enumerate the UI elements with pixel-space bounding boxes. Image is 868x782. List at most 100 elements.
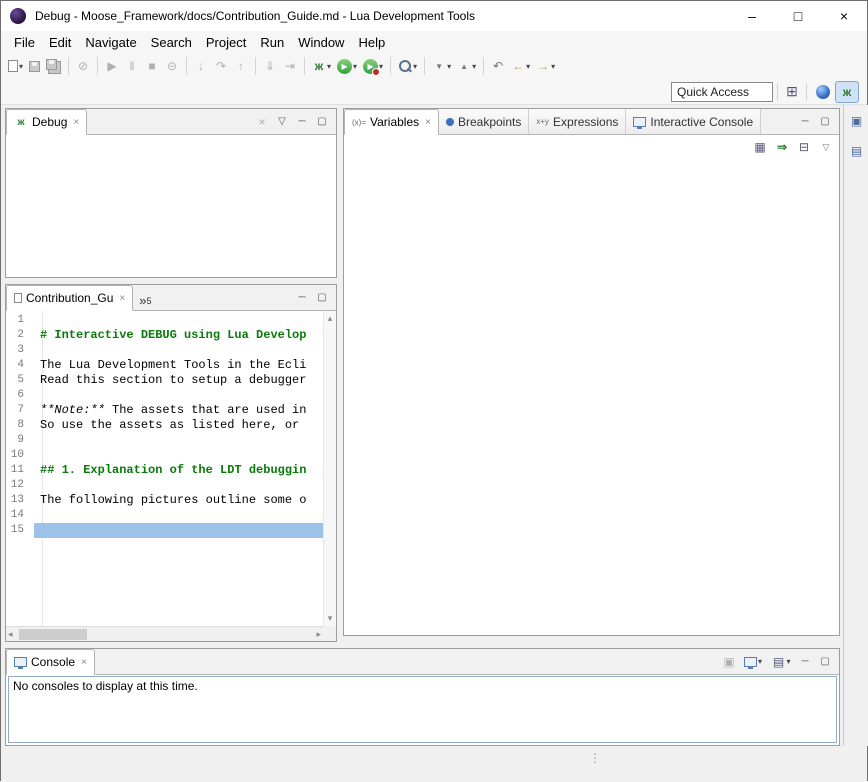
show-logical-structures-icon[interactable]: ⇒ [775,139,789,155]
new-wizard-button[interactable]: ▾ [5,55,26,77]
next-annotation-button[interactable]: ▼ ▾ [429,55,454,77]
scroll-down-icon[interactable]: ▾ [326,611,335,626]
forward-button[interactable]: → ▾ [533,55,558,77]
editor-line[interactable]: 4The Lua Development Tools in the Ecli [6,358,323,373]
step-filters-button[interactable]: ⇥ [280,55,300,77]
open-console-button[interactable]: ▤▾ [767,652,795,672]
scroll-left-icon[interactable]: ◂ [6,627,15,642]
scroll-up-icon[interactable]: ▴ [326,311,335,326]
debug-view-menu-button[interactable]: ▽ [272,112,292,132]
editor-line[interactable]: 3 [6,343,323,358]
step-return-button[interactable]: ↑ [231,55,251,77]
editor-line[interactable]: 8So use the assets as listed here, or [6,418,323,433]
editor-minimize-button[interactable]: ─ [292,288,312,308]
step-into-button[interactable]: ↓ [191,55,211,77]
tab-debug[interactable]: ж Debug × [6,109,87,135]
back-button[interactable]: ← ▾ [508,55,533,77]
close-icon[interactable]: × [425,117,431,128]
menu-navigate[interactable]: Navigate [78,33,143,52]
tab-interactive-console[interactable]: Interactive Console [626,109,761,134]
toolbar-separator [304,57,305,75]
editor-tab-overflow-button[interactable]: » 5 [133,296,157,310]
save-all-button[interactable] [43,55,64,77]
drop-to-frame-button[interactable]: ⇓ [260,55,280,77]
editor-line[interactable]: 15 [6,523,323,538]
disconnect-button[interactable]: ⊝ [162,55,182,77]
display-console-button[interactable]: ▾ [739,652,767,672]
menu-search[interactable]: Search [144,33,199,52]
window-maximize-button[interactable]: □ [775,1,821,31]
editor-line[interactable]: 11## 1. Explanation of the LDT debuggin [6,463,323,478]
close-icon[interactable]: × [81,657,87,668]
window-close-button[interactable]: × [821,1,867,31]
debug-minimize-button[interactable]: ─ [292,112,312,132]
horizontal-scroll-thumb[interactable] [19,629,87,640]
run-button[interactable]: ▶ ▾ [334,55,360,77]
variables-minimize-button[interactable]: ─ [795,112,815,132]
terminate-button[interactable]: ■ [142,55,162,77]
debug-maximize-button[interactable]: ▢ [312,112,332,132]
quick-access-button[interactable]: Quick Access [671,82,773,102]
remove-terminated-button[interactable]: × [252,112,272,132]
restore-view-button-1[interactable]: ▣ [847,111,867,131]
pin-console-button[interactable]: ▣ [719,652,739,672]
editor-line[interactable]: 1 [6,313,323,328]
close-icon[interactable]: × [119,293,125,304]
editor-vertical-scrollbar[interactable]: ▴ ▾ [323,311,336,626]
menu-help[interactable]: Help [351,33,392,52]
sash-handle-icon[interactable]: ⋮ [589,751,601,765]
editor-line[interactable]: 12 [6,478,323,493]
console-minimize-button[interactable]: ─ [795,652,815,672]
editor-line[interactable]: 9 [6,433,323,448]
tab-contribution-guide[interactable]: Contribution_Gu × [6,285,133,311]
line-text: **Note:** The assets that are used in [34,403,323,418]
scroll-right-icon[interactable]: ▸ [314,627,323,642]
resume-button[interactable]: ▶ [102,55,122,77]
debug-view-header: ж Debug × × ▽ ─ ▢ [6,109,336,135]
editor-line[interactable]: 2# Interactive DEBUG using Lua Develop [6,328,323,343]
external-tools-button[interactable]: ▶ ▾ [360,55,386,77]
layout-icon[interactable]: ▦ [753,139,767,155]
menu-edit[interactable]: Edit [42,33,78,52]
restore-view-button-2[interactable]: ▤ [847,141,867,161]
variables-maximize-button[interactable]: ▢ [815,112,835,132]
editor-maximize-button[interactable]: ▢ [312,288,332,308]
open-search-button[interactable]: ▾ [395,55,420,77]
search-icon [398,59,412,74]
window-controls: – □ × [729,1,867,31]
editor-horizontal-scrollbar[interactable]: ◂ ▸ [6,626,323,641]
editor-line[interactable]: 5Read this section to setup a debugger [6,373,323,388]
menu-window[interactable]: Window [291,33,351,52]
editor-line[interactable]: 13The following pictures outline some o [6,493,323,508]
previous-annotation-button[interactable]: ▲ ▾ [454,55,479,77]
scrollbar-corner [323,626,336,641]
editor-line[interactable]: 10 [6,448,323,463]
editor-line[interactable]: 6 [6,388,323,403]
debug-perspective-button[interactable]: ж [835,81,859,103]
skip-breakpoints-button[interactable]: ⊘ [73,55,93,77]
variables-header-buttons: ─ ▢ [795,112,839,132]
console-maximize-button[interactable]: ▢ [815,652,835,672]
menu-run[interactable]: Run [253,33,291,52]
menu-file[interactable]: File [7,33,42,52]
window-minimize-button[interactable]: – [729,1,775,31]
debug-button[interactable]: ж ▾ [309,55,334,77]
editor-lines[interactable]: 12# Interactive DEBUG using Lua Develop3… [6,313,323,626]
suspend-button[interactable]: ‖ [122,55,142,77]
step-over-button[interactable]: ↷ [211,55,231,77]
save-button[interactable] [26,55,43,77]
variables-view-menu-icon[interactable]: ▽ [819,139,833,155]
tab-expressions[interactable]: x+y Expressions [529,109,626,134]
tab-breakpoints[interactable]: Breakpoints [439,109,529,134]
collapse-all-icon[interactable]: ⊟ [797,139,811,155]
last-edit-location-button[interactable]: ↶ [488,55,508,77]
open-perspective-button[interactable]: ⊞ [782,81,802,103]
tab-variables[interactable]: (x)= Variables × [344,109,439,135]
tab-console[interactable]: Console × [6,649,95,675]
menu-project[interactable]: Project [199,33,253,52]
close-icon[interactable]: × [73,117,79,128]
run-glyph: ▶ [341,62,347,71]
editor-line[interactable]: 14 [6,508,323,523]
ldt-perspective-button[interactable] [811,82,835,102]
editor-line[interactable]: 7**Note:** The assets that are used in [6,403,323,418]
